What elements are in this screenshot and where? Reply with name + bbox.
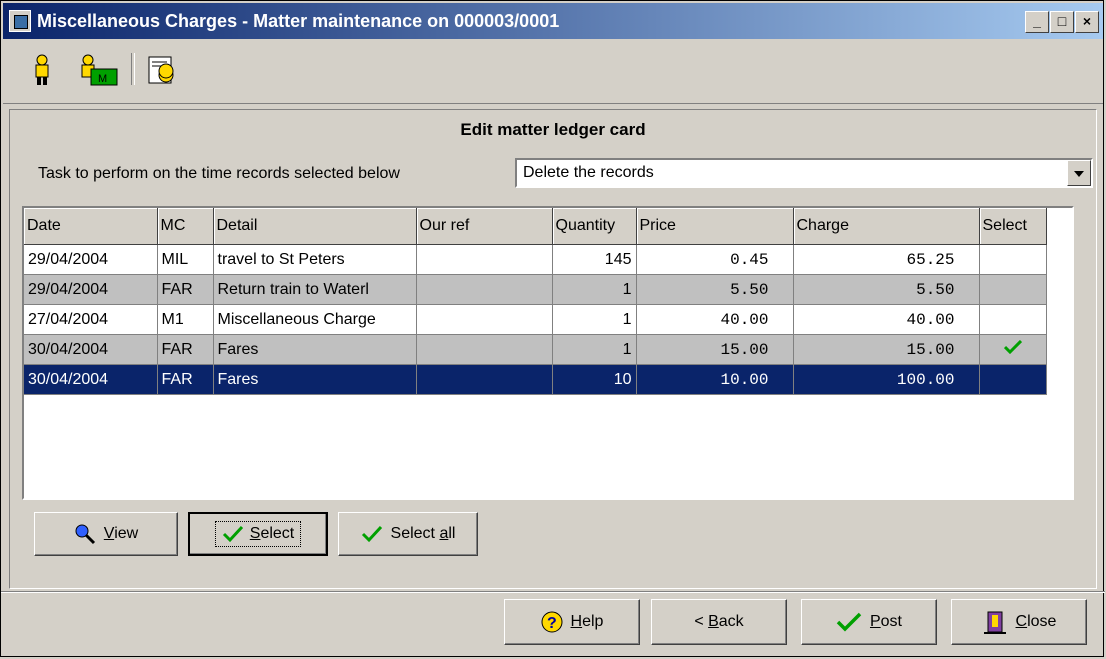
back-button[interactable]: < Back bbox=[651, 599, 787, 645]
select-cell[interactable] bbox=[979, 274, 1047, 305]
view-button[interactable]: View bbox=[34, 512, 178, 556]
svg-text:M: M bbox=[98, 73, 107, 85]
svg-text:?: ? bbox=[547, 615, 557, 632]
application-window: Miscellaneous Charges - Matter maintenan… bbox=[0, 0, 1105, 657]
title-bar[interactable]: Miscellaneous Charges - Matter maintenan… bbox=[3, 3, 1103, 39]
view-label: View bbox=[103, 525, 139, 542]
price-cell: 15.00 bbox=[636, 334, 794, 365]
close-window-button[interactable]: × bbox=[1075, 11, 1099, 33]
column-header-charge[interactable]: Charge bbox=[793, 208, 980, 245]
detail-cell: Return train to Waterl bbox=[213, 274, 417, 305]
window-title: Miscellaneous Charges - Matter maintenan… bbox=[37, 11, 560, 31]
ref-cell bbox=[416, 334, 553, 365]
select-cell[interactable] bbox=[979, 304, 1047, 335]
charge-cell: 40.00 bbox=[793, 304, 980, 335]
divider bbox=[1, 591, 1105, 593]
mc-cell: FAR bbox=[157, 334, 214, 365]
ledger-grid[interactable]: Date MC Detail Our ref Quantity Price Ch… bbox=[22, 206, 1074, 500]
checkmark-icon bbox=[222, 525, 243, 543]
ref-cell bbox=[416, 364, 553, 395]
ledger-table: Date MC Detail Our ref Quantity Price Ch… bbox=[24, 208, 1047, 395]
task-label: Task to perform on the time records sele… bbox=[38, 165, 400, 182]
client-icon[interactable] bbox=[27, 53, 57, 87]
close-button[interactable]: Close bbox=[951, 599, 1087, 645]
detail-cell: travel to St Peters bbox=[213, 244, 417, 275]
maximize-button[interactable]: □ bbox=[1050, 11, 1074, 33]
quantity-cell: 145 bbox=[552, 244, 637, 275]
select-button[interactable]: Select bbox=[188, 512, 328, 556]
detail-cell: Fares bbox=[213, 334, 417, 365]
table-row[interactable]: 29/04/2004 MIL travel to St Peters 145 0… bbox=[24, 244, 1047, 275]
price-cell: 10.00 bbox=[636, 364, 794, 395]
date-cell: 29/04/2004 bbox=[24, 274, 158, 305]
select-all-button[interactable]: Select all bbox=[338, 512, 478, 556]
mc-cell: FAR bbox=[157, 274, 214, 305]
ref-cell bbox=[416, 274, 553, 305]
quantity-cell: 1 bbox=[552, 274, 637, 305]
ledger-panel: Edit matter ledger card Task to perform … bbox=[9, 109, 1097, 589]
select-cell[interactable] bbox=[979, 364, 1047, 395]
price-cell: 40.00 bbox=[636, 304, 794, 335]
select-all-label: Select all bbox=[390, 525, 456, 542]
panel-heading: Edit matter ledger card bbox=[460, 120, 646, 139]
table-row[interactable]: 29/04/2004 FAR Return train to Waterl 1 … bbox=[24, 274, 1047, 305]
checkmark-icon bbox=[361, 525, 382, 543]
price-cell: 5.50 bbox=[636, 274, 794, 305]
charge-cell: 65.25 bbox=[793, 244, 980, 275]
charge-cell: 5.50 bbox=[793, 274, 980, 305]
ref-cell bbox=[416, 304, 553, 335]
charge-cell: 15.00 bbox=[793, 334, 980, 365]
post-label: Post bbox=[869, 613, 902, 630]
table-row[interactable]: 30/04/2004 FAR Fares 10 10.00 100.00 bbox=[24, 364, 1047, 395]
date-cell: 27/04/2004 bbox=[24, 304, 158, 335]
mc-cell: MIL bbox=[157, 244, 214, 275]
date-cell: 29/04/2004 bbox=[24, 244, 158, 275]
charge-cell: 100.00 bbox=[793, 364, 980, 395]
help-label: Help bbox=[570, 613, 604, 630]
ref-cell bbox=[416, 244, 553, 275]
minimize-button[interactable]: _ bbox=[1025, 11, 1049, 33]
back-label: < Back bbox=[694, 613, 744, 630]
price-cell: 0.45 bbox=[636, 244, 794, 275]
column-header-mc[interactable]: MC bbox=[157, 208, 214, 245]
toolbar: M bbox=[3, 41, 1103, 104]
close-label: Close bbox=[1015, 613, 1057, 630]
checkmark-icon bbox=[1003, 340, 1022, 354]
task-select[interactable]: Delete the records bbox=[515, 158, 1093, 188]
column-header-detail[interactable]: Detail bbox=[213, 208, 417, 245]
door-exit-icon bbox=[983, 611, 1006, 634]
table-row[interactable]: 30/04/2004 FAR Fares 1 15.00 15.00 bbox=[24, 334, 1047, 365]
chevron-down-icon[interactable] bbox=[1067, 160, 1091, 186]
table-row[interactable]: 27/04/2004 M1 Miscellaneous Charge 1 40.… bbox=[24, 304, 1047, 335]
help-icon: ? bbox=[541, 611, 563, 633]
mc-cell: M1 bbox=[157, 304, 214, 335]
checkmark-icon bbox=[836, 612, 862, 632]
toolbar-separator bbox=[131, 53, 135, 85]
post-button[interactable]: Post bbox=[801, 599, 937, 645]
date-cell: 30/04/2004 bbox=[24, 364, 158, 395]
column-header-date[interactable]: Date bbox=[24, 208, 158, 245]
help-button[interactable]: ? Help bbox=[504, 599, 640, 645]
select-cell[interactable] bbox=[979, 244, 1047, 275]
column-header-select[interactable]: Select bbox=[979, 208, 1047, 245]
mc-cell: FAR bbox=[157, 364, 214, 395]
column-header-price[interactable]: Price bbox=[636, 208, 794, 245]
detail-cell: Fares bbox=[213, 364, 417, 395]
select-label: Select bbox=[249, 525, 295, 542]
column-header-quantity[interactable]: Quantity bbox=[552, 208, 637, 245]
date-cell: 30/04/2004 bbox=[24, 334, 158, 365]
quantity-cell: 1 bbox=[552, 304, 637, 335]
quantity-cell: 1 bbox=[552, 334, 637, 365]
column-header-our-ref[interactable]: Our ref bbox=[416, 208, 553, 245]
charges-icon[interactable] bbox=[147, 53, 177, 87]
matter-icon[interactable]: M bbox=[77, 53, 119, 87]
focus-rect: Select bbox=[214, 521, 302, 547]
task-select-value: Delete the records bbox=[523, 164, 654, 181]
quantity-cell: 10 bbox=[552, 364, 637, 395]
select-cell[interactable] bbox=[979, 334, 1047, 365]
app-icon[interactable] bbox=[9, 10, 31, 32]
magnifier-icon bbox=[75, 524, 95, 545]
detail-cell: Miscellaneous Charge bbox=[213, 304, 417, 335]
